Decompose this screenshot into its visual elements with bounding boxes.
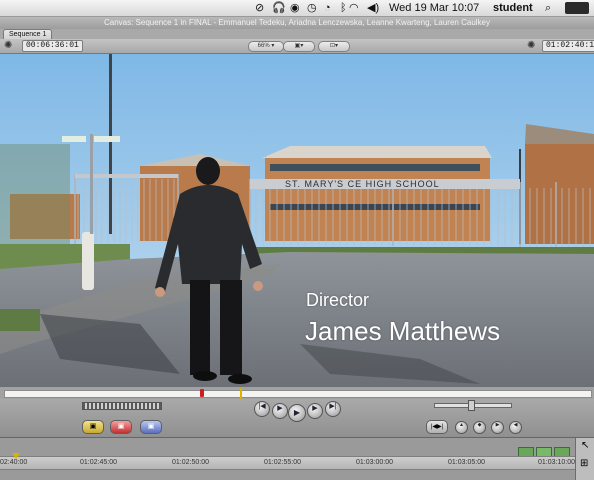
add-marker-button[interactable]: ▶	[491, 421, 504, 434]
mark-out-icon: ◆	[477, 422, 482, 428]
play-in-out-icon: ▶	[277, 405, 283, 412]
clock-icon[interactable]: ◔	[324, 1, 331, 15]
overlay-icon: ⊡▾	[329, 43, 339, 49]
zoom-dropdown[interactable]: 66% ▾	[248, 41, 284, 52]
mark-in-indicator[interactable]	[200, 389, 204, 397]
play-around-icon: ▶	[312, 405, 318, 412]
school-sign: ST. MARY'S CE HIGH SCHOOL	[285, 179, 440, 189]
no-entry-icon[interactable]: ⊘	[255, 1, 264, 15]
previous-edit-button[interactable]: |◀	[254, 401, 270, 417]
window-title: Canvas: Sequence 1 in FINAL - Emmanuel T…	[103, 18, 490, 27]
transport-controls: |◀ ▶ ▶ ▶ ▶| ▣ ▣ ▣ |◀▶| ▲ ◆ ▶ ◀	[0, 399, 594, 438]
ruler-label-start: 02:40:00	[0, 459, 28, 466]
next-edit-button[interactable]: ▶|	[325, 401, 341, 417]
ruler-label: 01:03:05:00	[448, 459, 485, 466]
previous-edit-icon: |◀	[258, 403, 266, 410]
track-select-tool-icon[interactable]: ⊞	[580, 458, 588, 469]
ruler-label: 01:02:55:00	[264, 459, 301, 466]
caption-role: Director	[306, 290, 370, 310]
timeline-playhead[interactable]	[12, 453, 20, 459]
replace-edit-button[interactable]: ▣	[140, 420, 162, 434]
play-icon: ▶	[293, 408, 301, 417]
video-frame[interactable]: ST. MARY'S CE HIGH SCHOOL Director James…	[0, 54, 594, 387]
overwrite-icon: ▣	[117, 423, 125, 430]
bluetooth-icon[interactable]: ᛒ	[340, 1, 347, 15]
zoom-value: 66%	[257, 43, 270, 49]
time-machine-icon[interactable]: ◷	[307, 1, 317, 15]
replace-icon: ▣	[147, 423, 155, 430]
sync-icon[interactable]: ◉	[290, 1, 300, 15]
next-edit-icon: ▶|	[329, 403, 337, 410]
headphones-icon[interactable]: 🎧	[272, 1, 286, 15]
user-name[interactable]: student	[493, 1, 533, 15]
caption-name: James Matthews	[305, 316, 501, 346]
ruler-label: 01:02:45:00	[80, 459, 117, 466]
tab-label: Sequence 1	[9, 31, 47, 38]
mark-in-button[interactable]: ▲	[455, 421, 468, 434]
window-title-bar: Canvas: Sequence 1 in FINAL - Emmanuel T…	[0, 17, 594, 29]
add-marker-icon: ▶	[495, 422, 500, 428]
mark-in-icon: ▲	[459, 422, 464, 428]
insert-edit-button[interactable]: ▣	[82, 420, 104, 434]
duration-timecode[interactable]: 00:06:36:01	[22, 40, 83, 52]
overlay-dropdown[interactable]: ⊡▾	[318, 41, 350, 52]
shuttle-control[interactable]	[82, 402, 162, 410]
canvas-toolbar: ✺ 00:06:36:01 66% ▾ ▣▾ ⊡▾ ✺ 01:02:40:11	[0, 39, 594, 54]
ruler-label: 01:03:10:00	[538, 459, 575, 466]
play-around-button[interactable]: ▶	[307, 403, 323, 419]
duration-icon: ✺	[4, 40, 13, 51]
play-in-out-button[interactable]: ▶	[272, 403, 288, 419]
selection-tool-icon[interactable]: ↖	[581, 440, 589, 451]
timecode-icon: ✺	[527, 40, 536, 51]
tab-row: Sequence 1	[0, 29, 594, 40]
playhead[interactable]	[240, 388, 242, 399]
scrubber-bar[interactable]	[0, 387, 594, 399]
mark-out-button[interactable]: ◆	[473, 421, 486, 434]
insert-icon: ▣	[89, 423, 97, 430]
scrubber-track[interactable]	[4, 390, 592, 398]
match-frame-button[interactable]: |◀▶|	[426, 420, 448, 434]
menu-clock[interactable]: Wed 19 Mar 10:07	[389, 1, 479, 15]
play-button[interactable]: ▶	[288, 404, 306, 422]
add-keyframe-button[interactable]: ◀	[509, 421, 522, 434]
view-icon: ▣▾	[294, 43, 304, 49]
ruler-label: 01:03:00:00	[356, 459, 393, 466]
timeline-ruler[interactable]: 02:40:00 01:02:45:00 01:02:50:00 01:02:5…	[0, 453, 575, 470]
view-dropdown[interactable]: ▣▾	[283, 41, 315, 52]
wifi-icon[interactable]: ◠	[349, 1, 359, 15]
volume-icon[interactable]: ◀)	[367, 1, 379, 15]
ruler-label: 01:02:50:00	[172, 459, 209, 466]
frame-image: ST. MARY'S CE HIGH SCHOOL	[0, 54, 594, 387]
match-frame-icon: |◀▶|	[430, 424, 444, 430]
tool-palette: ↖ ⊞	[575, 438, 594, 480]
jog-handle[interactable]	[468, 400, 475, 411]
timeline-panel: 02:40:00 01:02:45:00 01:02:50:00 01:02:5…	[0, 438, 594, 480]
notification-icon[interactable]	[565, 2, 589, 14]
menu-bar: ⊘ 🎧 ◉ ◷ ◔ ᛒ ◠ ◀) Wed 19 Mar 10:07 studen…	[0, 0, 594, 17]
spotlight-icon[interactable]: ⌕	[545, 1, 551, 15]
current-timecode[interactable]: 01:02:40:11	[542, 40, 594, 52]
add-keyframe-icon: ◀	[513, 422, 518, 428]
overwrite-edit-button[interactable]: ▣	[110, 420, 132, 434]
